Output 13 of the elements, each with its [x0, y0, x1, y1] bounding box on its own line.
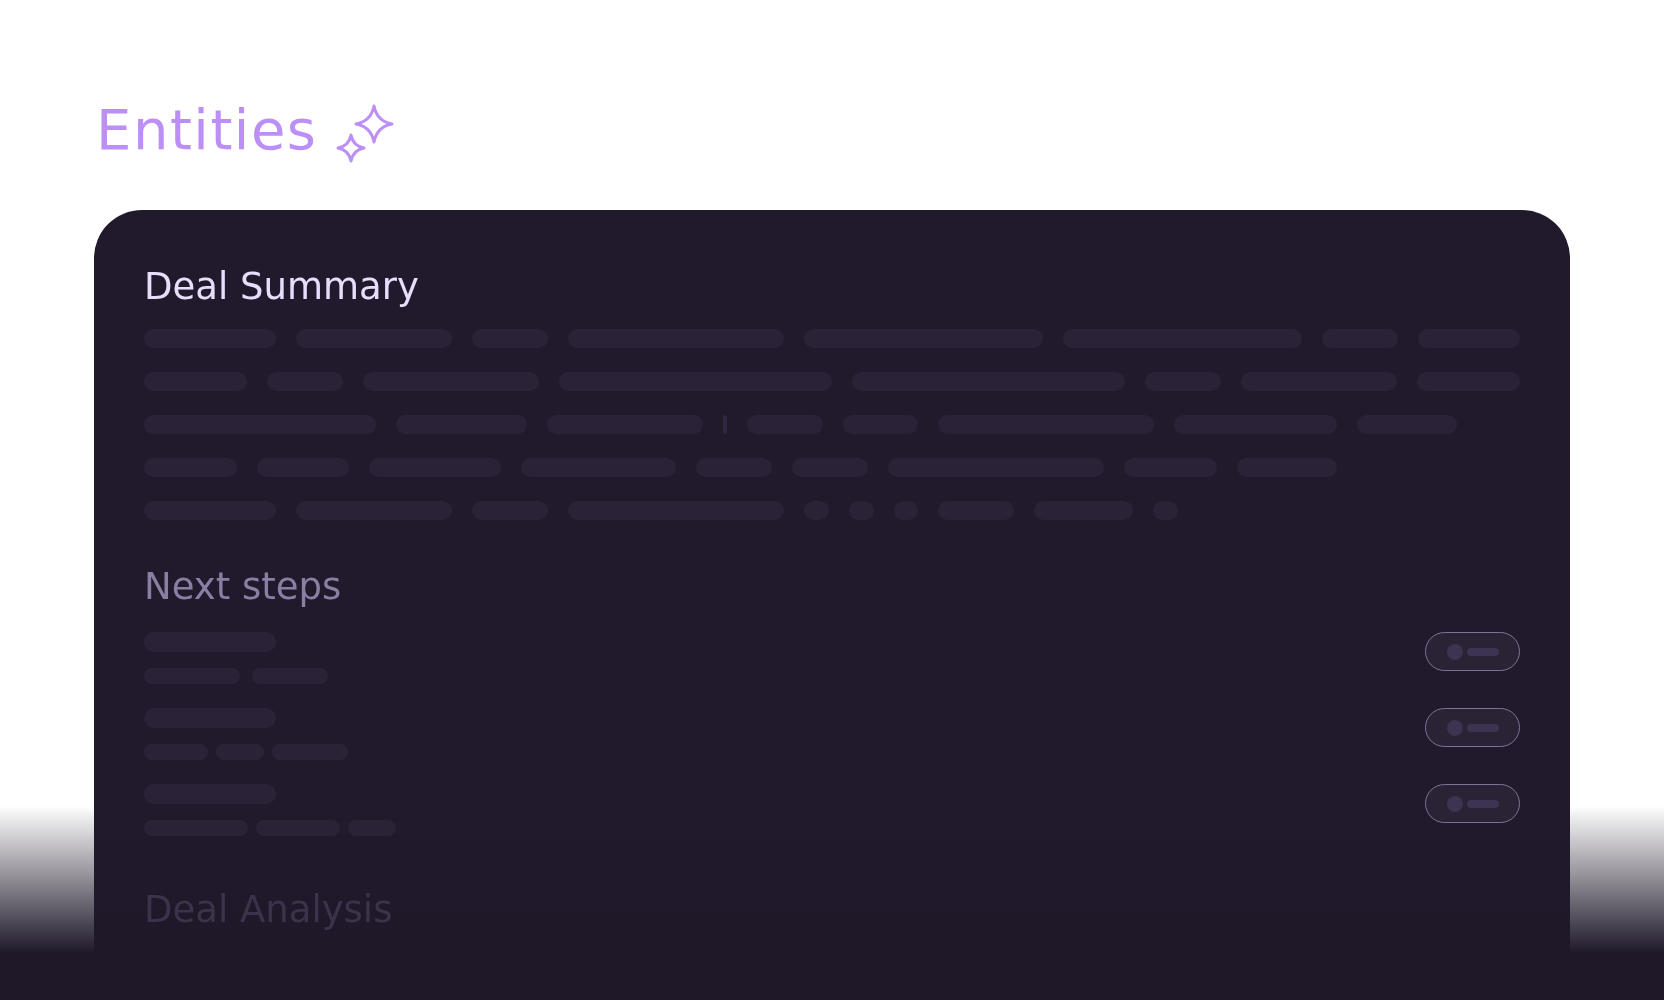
placeholder-bar	[1466, 723, 1499, 732]
placeholder-bar	[1466, 647, 1499, 656]
page-title: Entities	[96, 102, 318, 158]
chip-button[interactable]	[1425, 784, 1520, 823]
section-heading: Next steps	[144, 568, 342, 606]
dot-icon	[1446, 795, 1463, 812]
dot-icon	[1446, 643, 1463, 660]
dot-icon	[1446, 719, 1463, 736]
placeholder-bar	[1466, 799, 1499, 808]
section-heading: Deal Summary	[144, 268, 419, 306]
chip-button[interactable]	[1425, 708, 1520, 747]
chip-button[interactable]	[1425, 632, 1520, 671]
sparkle-icon	[335, 104, 396, 164]
